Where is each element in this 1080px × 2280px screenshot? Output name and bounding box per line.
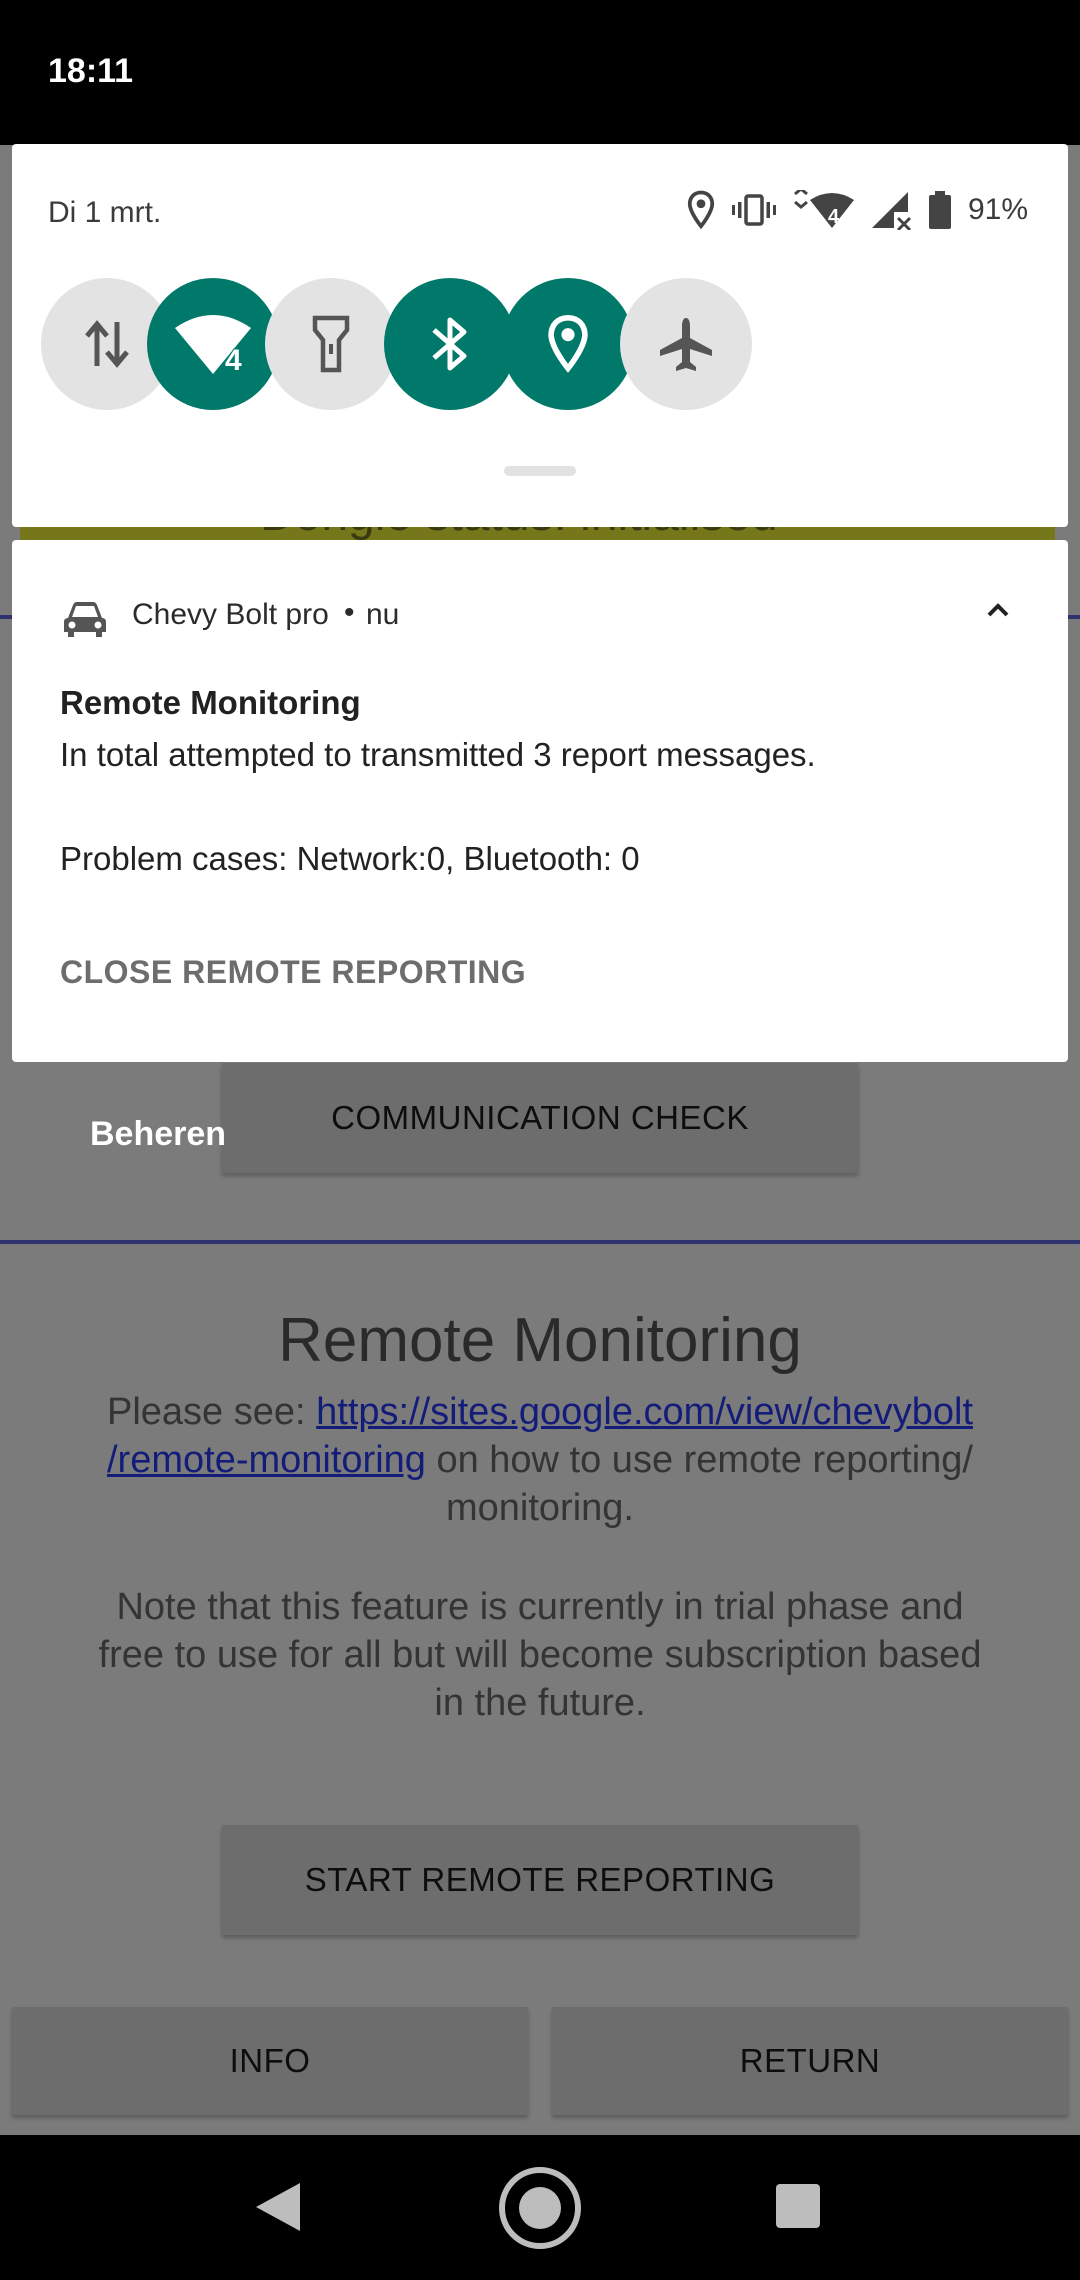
data-arrows-icon	[85, 320, 129, 368]
qs-date: Di 1 mrt.	[48, 196, 162, 229]
qs-status-icons: 4 91%	[686, 188, 1028, 232]
vibrate-icon	[731, 194, 776, 226]
communication-check-button[interactable]: COMMUNICATION CHECK	[222, 1063, 858, 1173]
notification-text-line: In total attempted to transmitted 3 repo…	[60, 736, 816, 773]
notification-text-line: Problem cases: Network:0, Bluetooth: 0	[60, 840, 640, 877]
notification-app-name: Chevy Bolt pro	[132, 598, 329, 631]
manage-notifications-button[interactable]: Beheren	[90, 1115, 226, 1154]
section-title: Remote Monitoring	[278, 1306, 802, 1375]
airplane-mode-tile[interactable]	[620, 278, 752, 410]
remote-monitoring-link-continued[interactable]: /remote-monitoring	[107, 1439, 426, 1481]
status-bar: 18:11	[0, 0, 1080, 145]
wifi-icon: 4	[175, 315, 251, 376]
remote-monitoring-link[interactable]: https://sites.google.com/view/chevybolt	[316, 1391, 973, 1433]
recents-icon[interactable]	[776, 2184, 820, 2228]
airplane-icon	[660, 318, 712, 371]
notification-time: nu	[366, 598, 400, 631]
battery-icon	[928, 191, 951, 229]
flashlight-tile[interactable]	[265, 278, 397, 410]
notification-card[interactable]: Chevy Bolt pro • nu Remote Monitoring In…	[12, 540, 1068, 1062]
location-tile[interactable]	[502, 278, 634, 410]
wifi-status-icon: 4	[793, 190, 854, 228]
remote-monitoring-info: Please see: https://sites.google.com/vie…	[106, 1391, 973, 1529]
return-button[interactable]: RETURN	[552, 2007, 1068, 2115]
wifi-tile[interactable]: 4	[147, 278, 279, 410]
trial-note: Note that this feature is currently in t…	[98, 1586, 982, 1724]
start-remote-reporting-button[interactable]: START REMOTE REPORTING	[222, 1825, 858, 1935]
location-status-icon	[687, 190, 715, 230]
home-icon[interactable]	[499, 2167, 581, 2249]
close-remote-reporting-action[interactable]: CLOSE REMOTE REPORTING	[60, 954, 526, 991]
status-clock: 18:11	[48, 52, 134, 90]
flashlight-icon	[312, 315, 350, 373]
notification-separator: •	[344, 596, 355, 629]
location-icon	[548, 314, 588, 373]
bluetooth-tile[interactable]	[384, 278, 516, 410]
wifi-badge: 4	[225, 344, 242, 376]
divider	[0, 1240, 1080, 1244]
battery-percent: 91%	[967, 193, 1028, 226]
cell-signal-icon	[871, 192, 912, 230]
quick-settings-panel: Di 1 mrt. 4 91% 4	[12, 144, 1068, 527]
info-button[interactable]: INFO	[12, 2007, 528, 2115]
back-icon[interactable]	[256, 2183, 300, 2231]
network-badge: 4	[828, 206, 840, 228]
chevron-up-icon[interactable]	[986, 602, 1010, 618]
car-icon	[64, 602, 106, 637]
qs-drag-handle[interactable]	[504, 466, 576, 476]
notification-title: Remote Monitoring	[60, 684, 361, 721]
bluetooth-icon	[432, 317, 467, 371]
